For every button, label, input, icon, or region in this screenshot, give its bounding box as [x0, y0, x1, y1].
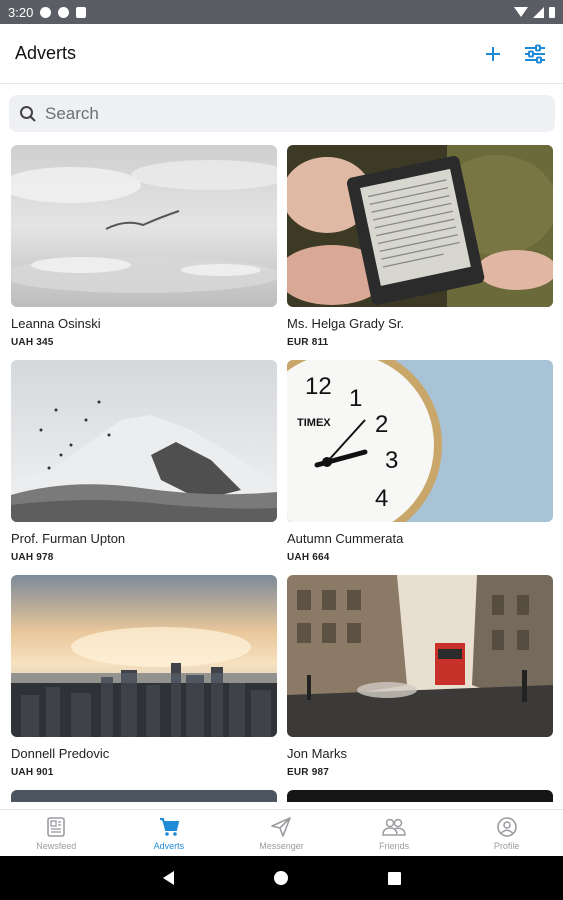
tab-label: Adverts [153, 841, 185, 851]
status-time: 3:20 [8, 4, 34, 20]
advert-price: UAH 901 [11, 767, 54, 778]
search-icon [20, 105, 36, 122]
adverts-grid: Leanna Osinski UAH 345 Ms. Helga Grady S… [11, 145, 554, 809]
bottom-navigation: Newsfeed Adverts Messenger Friends Profi… [0, 809, 563, 856]
status-bar: 3:20 [0, 0, 563, 24]
notification-icon [58, 6, 70, 18]
advert-price: EUR 811 [287, 337, 329, 348]
advert-card[interactable]: Donnell Predovic UAH 901 [11, 575, 277, 778]
filter-button[interactable] [522, 41, 548, 67]
back-icon[interactable] [162, 871, 174, 885]
svg-text:2: 2 [375, 411, 388, 438]
tab-label: Newsfeed [36, 841, 77, 851]
plus-icon [486, 46, 500, 61]
page-title: Adverts [15, 43, 77, 63]
sliders-icon [525, 44, 545, 63]
advert-image-snowy-mountain [11, 360, 277, 522]
advert-card[interactable]: 12 1 2 3 4 TIMEX Autumn Cummerata UAH 66… [287, 360, 553, 563]
advert-card[interactable]: Leanna Osinski UAH 345 [11, 145, 277, 348]
tab-newsfeed[interactable]: Newsfeed [0, 810, 113, 856]
advert-card-partial[interactable] [11, 790, 277, 802]
svg-text:1: 1 [349, 385, 362, 412]
advert-name: Donnell Predovic [11, 746, 110, 761]
tab-label: Profile [493, 841, 520, 851]
advert-image-city-skyline [11, 575, 277, 737]
svg-text:TIMEX: TIMEX [297, 417, 331, 429]
sd-card-icon [76, 6, 87, 18]
home-icon[interactable] [273, 871, 288, 885]
signal-icon [533, 6, 544, 18]
advert-image-ereader [287, 145, 553, 307]
advert-name: Leanna Osinski [11, 316, 101, 331]
search-input[interactable] [45, 103, 525, 124]
advert-image-city-street [287, 575, 553, 737]
advert-image-clock: 12 1 2 3 4 TIMEX [287, 360, 553, 522]
tab-messenger[interactable]: Messenger [225, 810, 338, 856]
advert-price: UAH 345 [11, 337, 54, 348]
profile-icon [496, 817, 517, 837]
add-advert-button[interactable] [480, 41, 506, 67]
advert-price: UAH 978 [11, 552, 54, 563]
advert-name: Autumn Cummerata [287, 531, 404, 546]
newspaper-icon [47, 817, 66, 837]
svg-text:3: 3 [385, 447, 398, 474]
tab-adverts[interactable]: Adverts [113, 810, 226, 856]
tab-profile[interactable]: Profile [450, 810, 563, 856]
tab-friends[interactable]: Friends [338, 810, 451, 856]
paper-plane-icon [271, 817, 292, 837]
advert-name: Prof. Furman Upton [11, 531, 126, 546]
system-navigation-bar [0, 856, 563, 900]
cart-icon [159, 818, 180, 836]
people-icon [382, 818, 406, 836]
wifi-icon [514, 7, 528, 17]
svg-text:12: 12 [305, 373, 332, 400]
advert-card[interactable]: Jon Marks EUR 987 [287, 575, 553, 778]
notification-icon [40, 6, 52, 18]
advert-name: Ms. Helga Grady Sr. [287, 316, 405, 331]
advert-price: EUR 987 [287, 767, 329, 778]
advert-card[interactable]: Ms. Helga Grady Sr. EUR 811 [287, 145, 553, 348]
tab-label: Messenger [259, 841, 304, 851]
search-bar[interactable] [9, 95, 555, 132]
advert-name: Jon Marks [287, 746, 347, 761]
recent-apps-icon[interactable] [387, 871, 401, 885]
advert-image-misty-sky [11, 145, 277, 307]
svg-text:4: 4 [375, 485, 388, 512]
battery-icon [549, 6, 555, 18]
app-bar: Adverts [0, 24, 563, 84]
advert-card-partial[interactable] [287, 790, 553, 802]
advert-price: UAH 664 [287, 552, 330, 563]
advert-card[interactable]: Prof. Furman Upton UAH 978 [11, 360, 277, 563]
tab-label: Friends [379, 841, 410, 851]
